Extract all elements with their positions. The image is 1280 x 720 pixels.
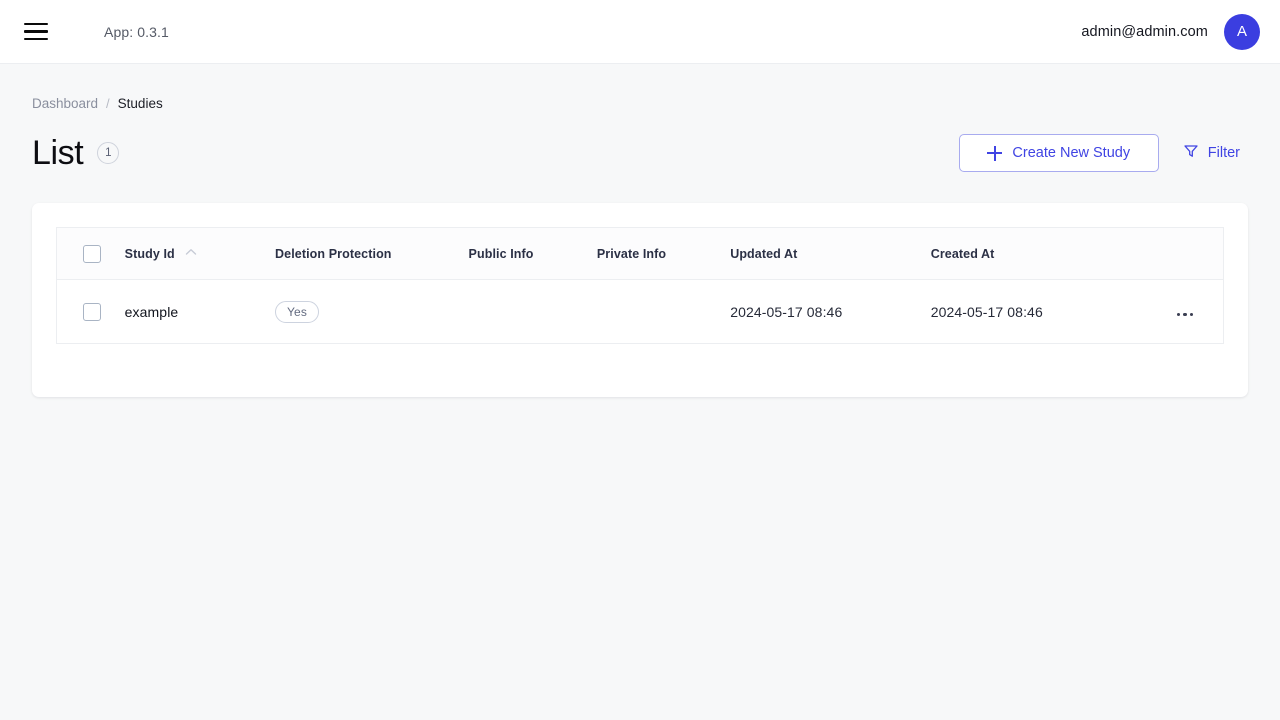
column-header-updated-at: Updated At — [730, 227, 931, 280]
studies-table: Study Id Deletion Protection Public Info… — [56, 227, 1224, 344]
ellipsis-dot — [1189, 312, 1193, 316]
table-row[interactable]: example Yes 2024-05-17 08:46 2024-05-17 … — [57, 280, 1224, 344]
filter-button[interactable]: Filter — [1175, 134, 1248, 172]
user-email-label: admin@admin.com — [1081, 23, 1208, 40]
column-header-study-id[interactable]: Study Id — [124, 227, 276, 280]
cell-study-id: example — [125, 280, 275, 344]
cell-public-info — [469, 280, 597, 344]
hamburger-bar — [24, 22, 48, 26]
breadcrumb-item-studies: Studies — [117, 96, 163, 111]
appbar-right-group: admin@admin.com A — [1081, 13, 1260, 50]
table-body: example Yes 2024-05-17 08:46 2024-05-17 … — [57, 280, 1224, 344]
chevron-up-icon — [185, 248, 197, 259]
status-badge: Yes — [275, 300, 319, 323]
ellipsis-dot — [1183, 312, 1187, 316]
hamburger-bar — [24, 30, 48, 33]
row-select-checkbox[interactable] — [83, 302, 101, 321]
funnel-filter-icon — [1183, 143, 1199, 163]
cell-updated-at: 2024-05-17 08:46 — [730, 303, 843, 320]
column-header-created-at: Created At — [930, 227, 1146, 280]
cell-row-actions — [1145, 280, 1223, 344]
table-header-row: Study Id Deletion Protection Public Info… — [56, 227, 1224, 280]
avatar[interactable]: A — [1224, 13, 1260, 50]
study-id-value: example — [124, 303, 179, 320]
sort-control-study-id[interactable]: Study Id — [125, 247, 197, 261]
ellipsis-dot — [1176, 312, 1180, 316]
hamburger-menu-icon[interactable] — [16, 12, 56, 52]
column-header-deletion-protection: Deletion Protection — [275, 227, 469, 280]
table-header: Study Id Deletion Protection Public Info… — [56, 227, 1224, 280]
breadcrumb-item-dashboard[interactable]: Dashboard — [32, 96, 98, 111]
column-header-private-info: Private Info — [596, 227, 731, 280]
create-new-study-label: Create New Study — [1012, 145, 1131, 161]
select-all-checkbox[interactable] — [83, 244, 101, 263]
ellipsis-horizontal-icon[interactable] — [1173, 309, 1198, 321]
table-header-select — [56, 227, 125, 280]
app-header-bar: App: 0.3.1 admin@admin.com A — [0, 0, 1280, 64]
cell-deletion-protection: Yes — [275, 280, 468, 344]
column-header-actions — [1145, 227, 1224, 280]
breadcrumb: Dashboard / Studies — [32, 64, 1248, 111]
column-header-study-id-label: Study Id — [124, 246, 175, 261]
studies-table-card: Study Id Deletion Protection Public Info… — [32, 203, 1248, 397]
column-header-public-info: Public Info — [468, 227, 597, 280]
breadcrumb-separator: / — [106, 96, 110, 111]
page-actions: Create New Study Filter — [958, 134, 1248, 172]
plus-icon — [987, 145, 1003, 161]
cell-private-info — [597, 280, 730, 344]
row-select-cell — [57, 280, 125, 344]
hamburger-bar — [24, 37, 48, 41]
filter-button-label: Filter — [1207, 145, 1240, 161]
page-title: List — [32, 134, 84, 172]
page-title-row: List 1 Create New Study Filter — [32, 131, 1248, 175]
record-count-badge: 1 — [97, 142, 120, 164]
app-version-label: App: 0.3.1 — [104, 23, 169, 40]
create-new-study-button[interactable]: Create New Study — [958, 134, 1159, 172]
page-content: Dashboard / Studies List 1 Create New St… — [0, 64, 1280, 397]
cell-created-at: 2024-05-17 08:46 — [930, 303, 1043, 320]
